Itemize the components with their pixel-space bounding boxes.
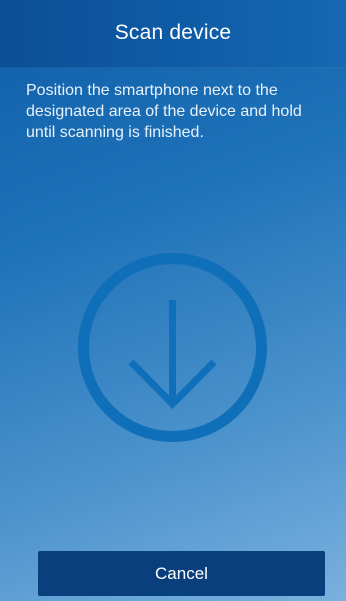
- scan-device-screen: Scan device Position the smartphone next…: [0, 0, 346, 601]
- page-title: Scan device: [114, 20, 232, 44]
- cancel-button[interactable]: Cancel: [38, 551, 325, 596]
- header-bar: Scan device: [0, 0, 346, 68]
- download-arrow-circle-icon: [78, 253, 267, 442]
- instructions-text: Position the smartphone next to the desi…: [26, 82, 302, 141]
